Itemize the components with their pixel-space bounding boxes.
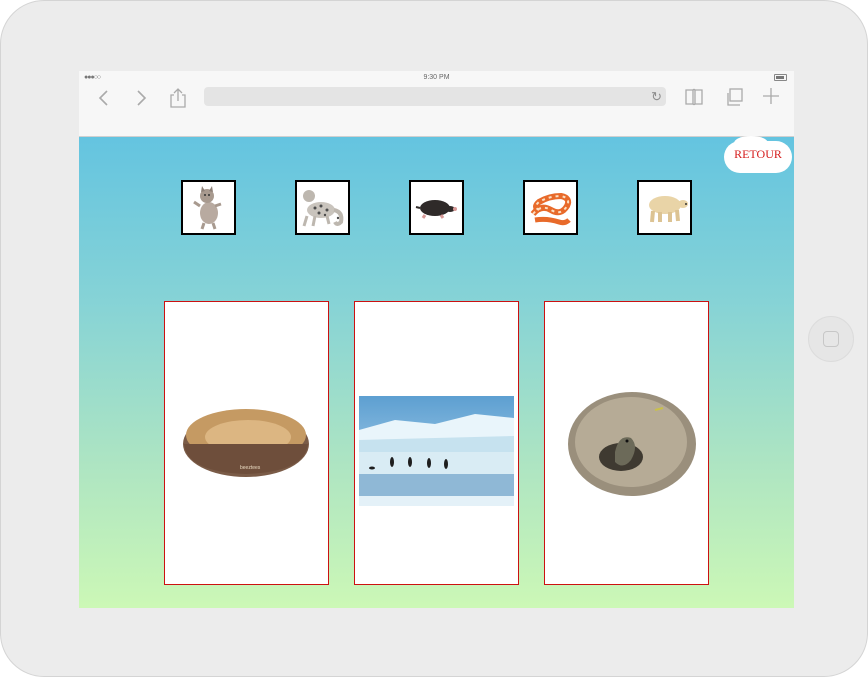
pet-bed-image: beeztees (183, 409, 309, 477)
mole-icon (415, 200, 457, 219)
plus-icon[interactable] (762, 87, 780, 105)
snow-leopard-icon (302, 190, 344, 227)
tabs-icon[interactable] (725, 87, 745, 107)
animal-card-cat[interactable] (181, 180, 236, 235)
browser-chrome: ●●●○○ 9:30 PM ↻ (79, 71, 794, 137)
animal-card-mole[interactable] (409, 180, 464, 235)
animal-card-snake[interactable] (523, 180, 578, 235)
browser-screen: ●●●○○ 9:30 PM ↻ RETOUR beeztees (79, 71, 794, 608)
cat-icon (193, 186, 222, 230)
retour-label: RETOUR (734, 147, 782, 161)
animal-card-snow-leopard[interactable] (295, 180, 350, 235)
home-button[interactable] (808, 316, 854, 362)
retour-button[interactable]: RETOUR (724, 136, 792, 173)
habitat-card-pet-bed[interactable]: beeztees (164, 301, 329, 585)
share-icon[interactable] (169, 87, 187, 109)
status-time: 9:30 PM (423, 74, 450, 81)
chevron-left-icon[interactable] (93, 86, 115, 110)
address-bar[interactable]: ↻ (204, 87, 666, 106)
reload-icon[interactable]: ↻ (651, 88, 662, 105)
book-icon[interactable] (684, 87, 704, 107)
page-content: RETOUR beeztees (79, 136, 794, 608)
habitat-card-burrow[interactable] (544, 301, 709, 585)
snake-icon (530, 192, 572, 226)
burrow-image (568, 392, 696, 496)
habitat-card-ice-floe[interactable] (354, 301, 519, 585)
tablet-frame: ●●●○○ 9:30 PM ↻ RETOUR beeztees (0, 0, 868, 677)
animal-card-polar-bear[interactable] (637, 180, 692, 235)
polar-bear-icon (649, 196, 688, 223)
chevron-right-icon[interactable] (130, 86, 152, 110)
battery-icon (774, 74, 787, 81)
bed-brand-text: beeztees (240, 465, 261, 471)
ice-floe-image (359, 396, 514, 506)
